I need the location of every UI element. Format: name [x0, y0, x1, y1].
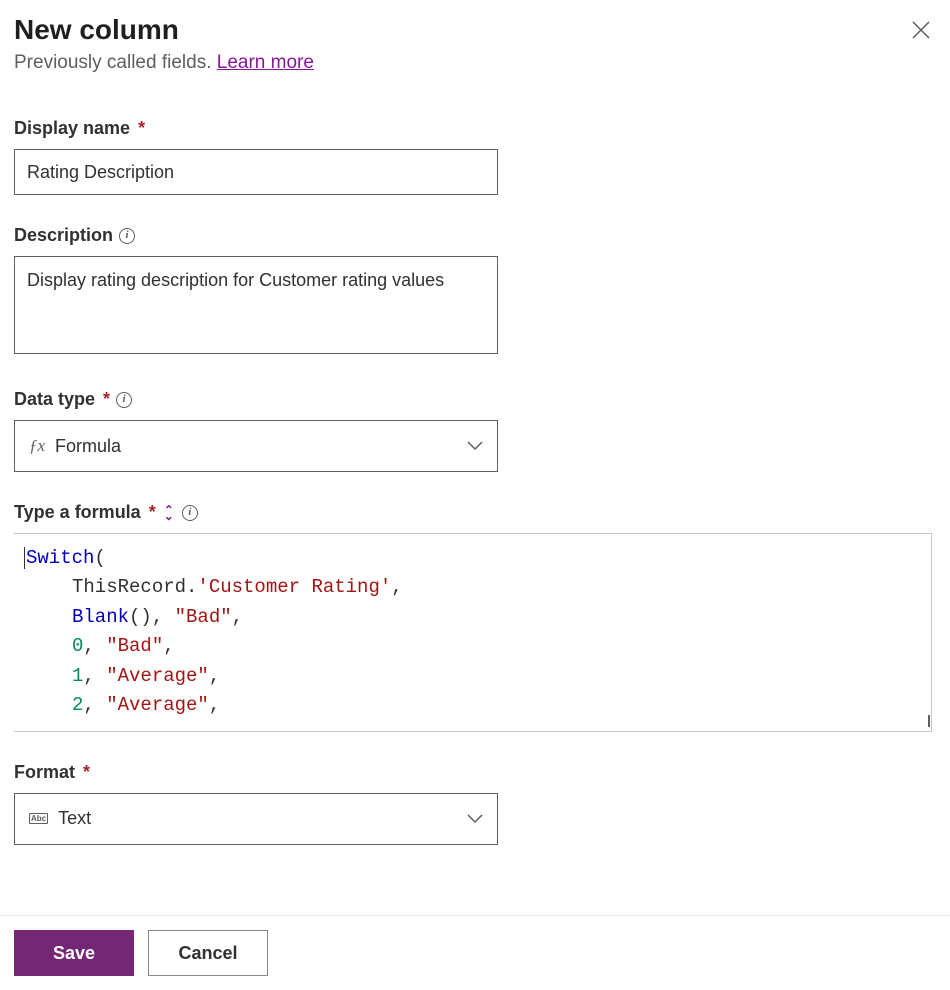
formula-token: "Average" [106, 665, 209, 687]
required-asterisk: * [138, 118, 145, 139]
label-text: Display name [14, 118, 130, 139]
formula-token: ( [94, 547, 105, 569]
formula-token: "Average" [106, 694, 209, 716]
learn-more-link[interactable]: Learn more [217, 52, 314, 73]
formula-token: (), [129, 606, 175, 628]
formula-token: 1 [72, 665, 83, 687]
fx-icon: ƒx [29, 436, 45, 456]
formula-token: , [209, 694, 220, 716]
close-icon[interactable] [906, 14, 936, 50]
abc-icon: Abc [29, 813, 48, 825]
expand-icon[interactable]: ⌃⌄ [164, 507, 174, 519]
save-button[interactable]: Save [14, 930, 134, 976]
formula-label: Type a formula * ⌃⌄ i [14, 502, 936, 523]
formula-token: ThisRecord. [72, 576, 197, 598]
label-text: Format [14, 762, 75, 783]
formula-token: , [83, 635, 106, 657]
format-label: Format * [14, 762, 936, 783]
data-type-label: Data type * i [14, 389, 936, 410]
required-asterisk: * [103, 389, 110, 410]
select-value: Text [58, 808, 467, 829]
info-icon[interactable]: i [182, 505, 198, 521]
description-input[interactable] [14, 256, 498, 354]
subtitle-text: Previously called fields. [14, 52, 211, 73]
panel-title: New column [14, 14, 179, 46]
description-label: Description i [14, 225, 936, 246]
format-select[interactable]: Abc Text [14, 793, 498, 845]
cancel-button[interactable]: Cancel [148, 930, 268, 976]
formula-token: Switch [26, 547, 94, 569]
panel-subtitle: Previously called fields. Learn more [14, 52, 936, 74]
chevron-down-icon [467, 811, 483, 827]
display-name-input[interactable] [14, 149, 498, 195]
required-asterisk: * [149, 502, 156, 523]
formula-token: 2 [72, 694, 83, 716]
info-icon[interactable]: i [116, 392, 132, 408]
formula-token: , [209, 665, 220, 687]
cursor [24, 547, 25, 569]
info-icon[interactable]: i [119, 228, 135, 244]
formula-token: , [232, 606, 243, 628]
formula-token: , [163, 635, 174, 657]
footer: Save Cancel [0, 915, 950, 990]
select-value: Formula [55, 436, 467, 457]
formula-token: , [83, 694, 106, 716]
formula-token: Blank [72, 606, 129, 628]
label-text: Type a formula [14, 502, 141, 523]
formula-token: "Bad" [175, 606, 232, 628]
formula-editor[interactable]: Switch( ThisRecord.'Customer Rating', Blan… [14, 533, 932, 732]
formula-token: , [83, 665, 106, 687]
formula-token: , [391, 576, 402, 598]
label-text: Data type [14, 389, 95, 410]
display-name-label: Display name * [14, 118, 936, 139]
formula-token: 'Customer Rating' [197, 576, 391, 598]
formula-token: 0 [72, 635, 83, 657]
data-type-select[interactable]: ƒx Formula [14, 420, 498, 472]
label-text: Description [14, 225, 113, 246]
required-asterisk: * [83, 762, 90, 783]
chevron-down-icon [467, 438, 483, 454]
formula-token: "Bad" [106, 635, 163, 657]
